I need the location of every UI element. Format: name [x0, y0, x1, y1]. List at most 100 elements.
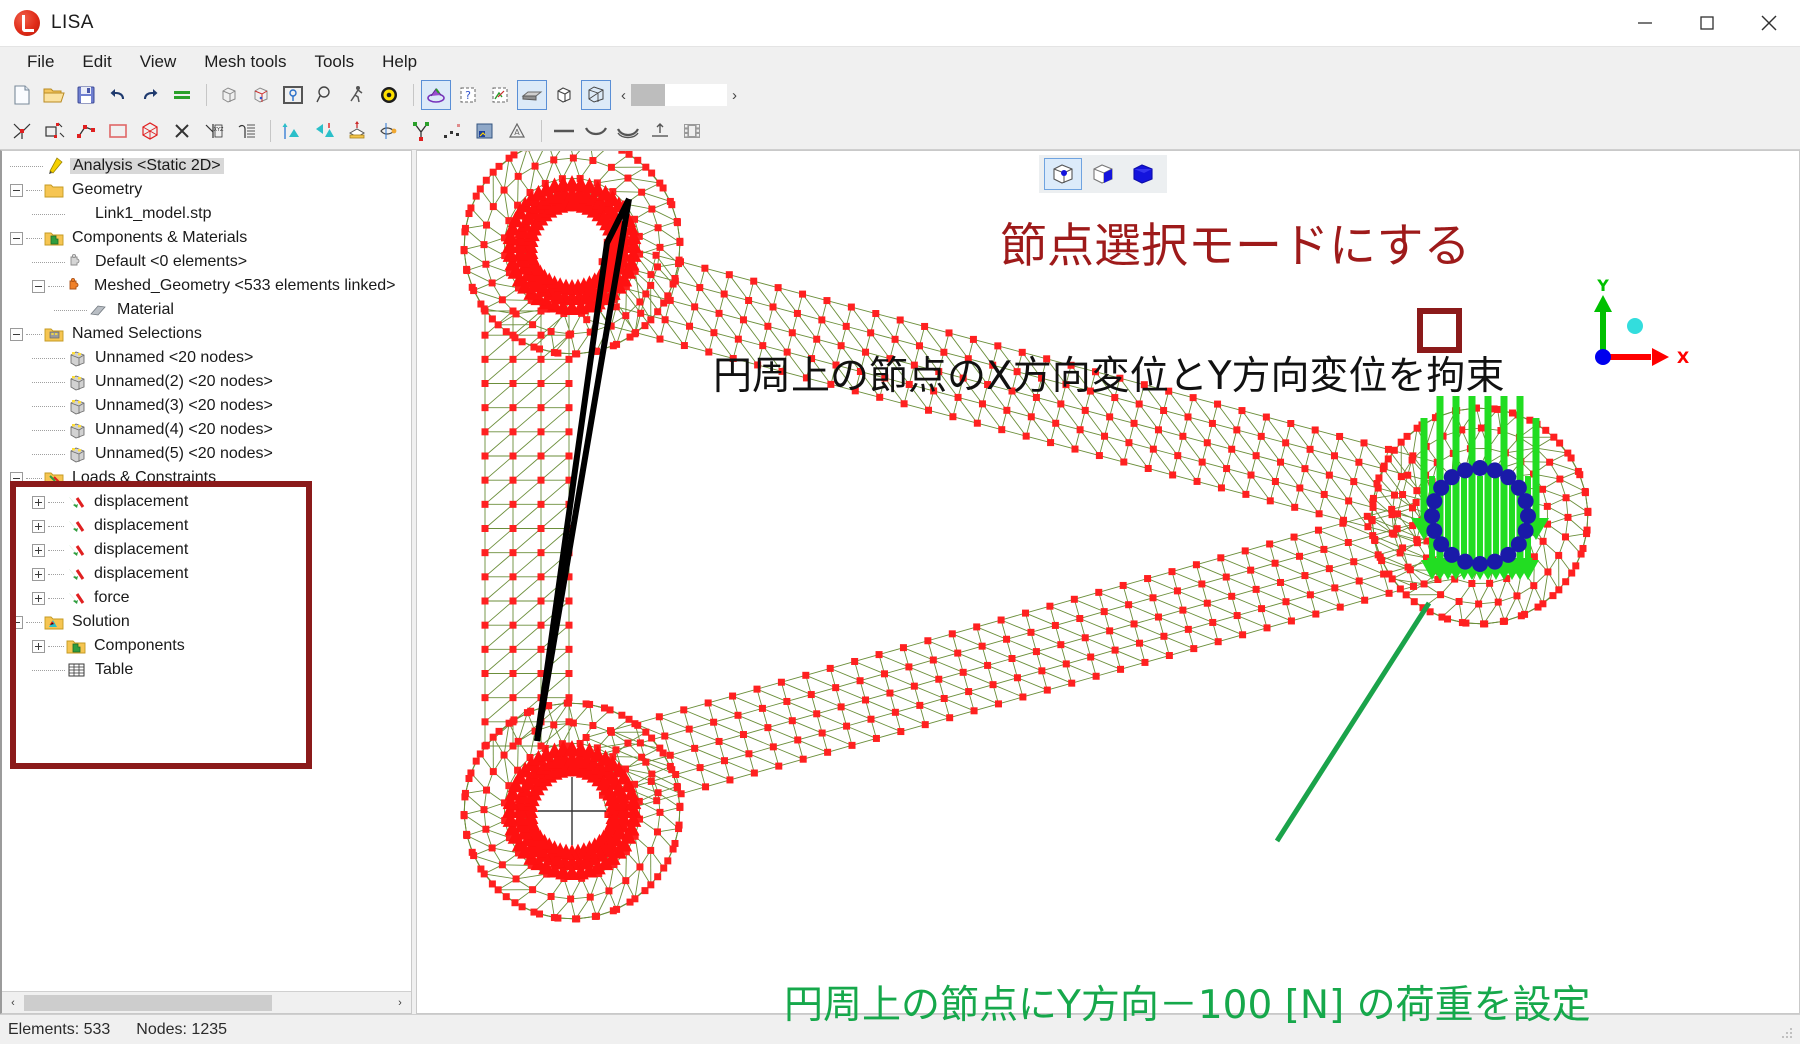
constraint-edit-icon[interactable]: [310, 116, 340, 146]
rect-select-icon[interactable]: [103, 116, 133, 146]
deform-curve-icon[interactable]: [581, 116, 611, 146]
tree-collapse-icon[interactable]: [10, 471, 23, 485]
new-file-icon[interactable]: [7, 80, 37, 110]
node-dot-icon[interactable]: [438, 116, 468, 146]
node-display-icon[interactable]: ?: [453, 80, 483, 110]
tree-expand-icon[interactable]: [32, 639, 45, 653]
tree-expand-icon[interactable]: [32, 543, 45, 557]
maximize-icon[interactable]: [1676, 0, 1738, 46]
tree-expand-icon[interactable]: [32, 567, 45, 581]
node-pick-icon[interactable]: [7, 116, 37, 146]
tree-item[interactable]: Unnamed(2) <20 nodes>: [2, 370, 411, 394]
combo-right-arrow[interactable]: ›: [727, 88, 775, 103]
box-node-pick-icon[interactable]: [39, 116, 69, 146]
scale-icon[interactable]: [645, 116, 675, 146]
link-icon[interactable]: [374, 116, 404, 146]
tree-item[interactable]: Unnamed(5) <20 nodes>: [2, 442, 411, 466]
tree-item[interactable]: Material: [2, 298, 411, 322]
tree-item[interactable]: Named Selections: [2, 322, 411, 346]
equals-icon[interactable]: [167, 80, 197, 110]
tree-item[interactable]: Meshed_Geometry <533 elements linked>: [2, 274, 411, 298]
scroll-track[interactable]: [24, 992, 389, 1013]
model-viewport[interactable]: Y X: [416, 150, 1800, 1014]
close-icon[interactable]: [1738, 0, 1800, 46]
tree-item[interactable]: Components: [2, 634, 411, 658]
fit-view-icon[interactable]: [278, 80, 308, 110]
solid-select-mode[interactable]: [1124, 158, 1162, 190]
menu-edit[interactable]: Edit: [69, 49, 124, 75]
combo-left-arrow[interactable]: ‹: [616, 88, 631, 103]
animate-icon[interactable]: [677, 116, 707, 146]
tree-item[interactable]: Unnamed <20 nodes>: [2, 346, 411, 370]
tree-item[interactable]: Unnamed(3) <20 nodes>: [2, 394, 411, 418]
red-cube-icon[interactable]: [246, 80, 276, 110]
tree-collapse-icon[interactable]: [32, 279, 45, 293]
open-folder-icon[interactable]: [39, 80, 69, 110]
tree-item[interactable]: displacement: [2, 490, 411, 514]
wireframe-cube-icon[interactable]: [214, 80, 244, 110]
tree-item[interactable]: Unnamed(4) <20 nodes>: [2, 418, 411, 442]
wire-cube2-icon[interactable]: [581, 80, 611, 110]
tree-connector: [48, 597, 64, 599]
pressure-icon[interactable]: [342, 116, 372, 146]
shaded-icon[interactable]: [517, 80, 547, 110]
load-icon: [66, 517, 86, 535]
zoom-icon[interactable]: [310, 80, 340, 110]
menu-file[interactable]: File: [14, 49, 67, 75]
node-select-mode[interactable]: [1044, 158, 1082, 190]
model-tree[interactable]: Analysis <Static 2D> Geometry Link1_model.…: [2, 151, 411, 991]
tree-item[interactable]: Components & Materials: [2, 226, 411, 250]
mesh-render-icon[interactable]: [421, 80, 451, 110]
deform-line-icon[interactable]: [549, 116, 579, 146]
undo-icon[interactable]: [103, 80, 133, 110]
node-merge-icon[interactable]: [406, 116, 436, 146]
tree-item[interactable]: Solution: [2, 610, 411, 634]
scroll-left-arrow[interactable]: ‹: [2, 992, 24, 1013]
tree-collapse-icon[interactable]: [10, 231, 23, 245]
redo-icon[interactable]: [135, 80, 165, 110]
tree-horizontal-scrollbar[interactable]: ‹ ›: [2, 991, 411, 1013]
volume-select-icon[interactable]: [135, 116, 165, 146]
toolbar-overflow-combo[interactable]: ‹ ›: [616, 82, 775, 108]
axis-pick-icon[interactable]: XYZ: [199, 116, 229, 146]
tree-expand-icon[interactable]: [32, 495, 45, 509]
probe-icon[interactable]: A: [502, 116, 532, 146]
edge-select-mode[interactable]: [1084, 158, 1122, 190]
minimize-icon[interactable]: [1614, 0, 1676, 46]
scroll-right-arrow[interactable]: ›: [389, 992, 411, 1013]
tree-item[interactable]: Link1_model.stp: [2, 202, 411, 226]
contour-icon[interactable]: [470, 116, 500, 146]
tree-expand-icon[interactable]: [32, 519, 45, 533]
tree-connector: [26, 477, 42, 479]
tree-collapse-icon[interactable]: [10, 615, 23, 629]
save-icon[interactable]: [71, 80, 101, 110]
element-display-icon[interactable]: [485, 80, 515, 110]
tree-collapse-icon[interactable]: [10, 327, 23, 341]
tree-item[interactable]: Analysis <Static 2D>: [2, 154, 411, 178]
menu-view[interactable]: View: [127, 49, 190, 75]
tree-item[interactable]: displacement: [2, 538, 411, 562]
walk-icon[interactable]: [342, 80, 372, 110]
clear-select-icon[interactable]: [167, 116, 197, 146]
tree-item[interactable]: Default <0 elements>: [2, 250, 411, 274]
polyline-pick-icon[interactable]: [71, 116, 101, 146]
solid-cube-icon[interactable]: [549, 80, 579, 110]
combo-box[interactable]: [631, 84, 727, 106]
list-pick-icon[interactable]: [231, 116, 261, 146]
deform-shell-icon[interactable]: [613, 116, 643, 146]
scroll-thumb[interactable]: [24, 994, 273, 1011]
tree-collapse-icon[interactable]: [10, 183, 23, 197]
menu-mesh-tools[interactable]: Mesh tools: [191, 49, 299, 75]
resize-grip-icon[interactable]: [1780, 1026, 1794, 1040]
tree-item[interactable]: Table: [2, 658, 411, 682]
tree-expand-icon[interactable]: [32, 591, 45, 605]
measure-icon[interactable]: [374, 80, 404, 110]
constraint-add-icon[interactable]: [278, 116, 308, 146]
menu-tools[interactable]: Tools: [301, 49, 367, 75]
menu-help[interactable]: Help: [369, 49, 430, 75]
tree-item[interactable]: Geometry: [2, 178, 411, 202]
tree-item[interactable]: force: [2, 586, 411, 610]
tree-item[interactable]: displacement: [2, 514, 411, 538]
tree-item[interactable]: displacement: [2, 562, 411, 586]
tree-item[interactable]: Loads & Constraints: [2, 466, 411, 490]
